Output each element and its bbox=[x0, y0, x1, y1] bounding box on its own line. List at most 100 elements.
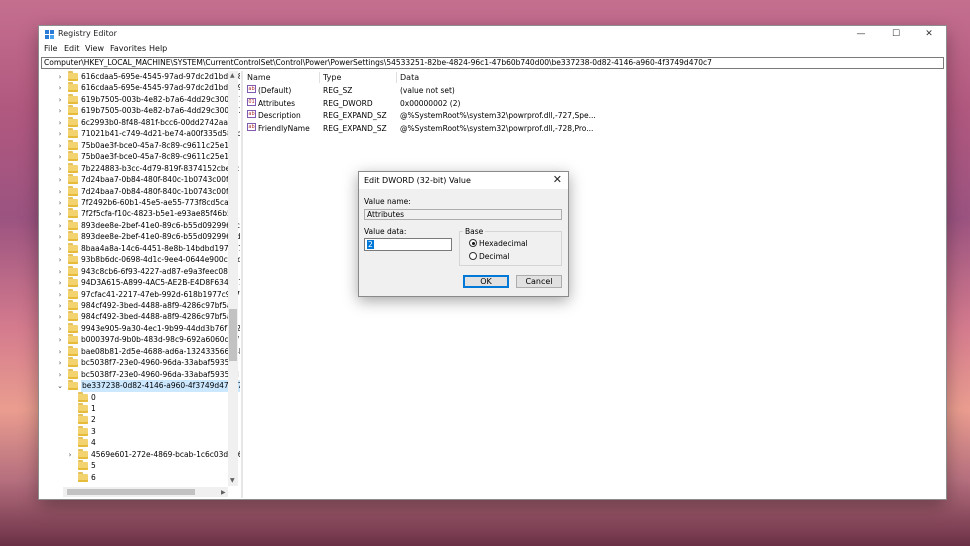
values-list: Name Type Data ab (Default) REG_SZ (value n… bbox=[244, 71, 944, 498]
value-data: @%SystemRoot%\system32\powrprof.dll,-727… bbox=[400, 111, 596, 120]
pane-splitter[interactable] bbox=[241, 71, 243, 498]
dialog-close-icon[interactable]: ✕ bbox=[553, 173, 562, 186]
minimize-button[interactable]: — bbox=[844, 26, 878, 43]
scroll-up-icon[interactable]: ▲ bbox=[230, 72, 235, 79]
column-type[interactable]: Type bbox=[323, 73, 341, 82]
expand-chevron-icon[interactable]: › bbox=[56, 128, 64, 140]
folder-icon bbox=[68, 128, 78, 138]
value-data: 0x00000002 (2) bbox=[400, 98, 461, 108]
column-name[interactable]: Name bbox=[247, 73, 271, 82]
menu-file[interactable]: File bbox=[44, 44, 57, 53]
folder-icon bbox=[68, 357, 78, 367]
dialog-title: Edit DWORD (32-bit) Value bbox=[364, 176, 471, 185]
expand-chevron-icon[interactable]: › bbox=[56, 334, 64, 346]
decimal-radio[interactable] bbox=[469, 252, 477, 260]
folder-icon bbox=[68, 151, 78, 161]
tree-item-label: 4 bbox=[91, 438, 96, 447]
expand-chevron-icon[interactable]: › bbox=[56, 208, 64, 220]
folder-icon bbox=[78, 472, 88, 482]
binary-value-icon: 01 bbox=[247, 97, 256, 106]
folder-icon bbox=[68, 243, 78, 253]
close-button[interactable]: ✕ bbox=[912, 26, 946, 43]
value-type: REG_DWORD bbox=[323, 98, 373, 108]
tree-horizontal-scrollbar[interactable]: ▶ bbox=[63, 487, 228, 497]
expand-chevron-icon[interactable]: › bbox=[56, 105, 64, 117]
string-value-icon: ab bbox=[247, 85, 256, 93]
column-data[interactable]: Data bbox=[400, 73, 419, 82]
hexadecimal-label[interactable]: Hexadecimal bbox=[479, 239, 528, 248]
expand-chevron-icon[interactable]: › bbox=[66, 449, 74, 461]
key-tree[interactable]: › 616cdaa5-695e-4545-97ad-97dc2d1bdd88 › 61… bbox=[41, 71, 240, 498]
maximize-button[interactable]: ☐ bbox=[879, 26, 913, 43]
value-data-text: 2 bbox=[367, 240, 374, 249]
folder-icon bbox=[68, 323, 78, 333]
dialog-title-bar[interactable]: Edit DWORD (32-bit) Value ✕ bbox=[359, 172, 568, 189]
folder-icon bbox=[68, 163, 78, 173]
tree-item-label: 93b8b6dc-0698-4d1c-9ee4-0644e900c85d bbox=[81, 255, 240, 264]
folder-icon bbox=[68, 300, 78, 310]
folder-icon bbox=[68, 231, 78, 241]
value-data-label: Value data: bbox=[364, 227, 407, 236]
folder-icon bbox=[68, 71, 78, 81]
scroll-right-icon[interactable]: ▶ bbox=[221, 489, 226, 496]
expand-chevron-icon[interactable]: › bbox=[56, 311, 64, 323]
expand-chevron-icon[interactable]: › bbox=[56, 231, 64, 243]
title-bar[interactable]: Registry Editor — ☐ ✕ bbox=[39, 26, 946, 43]
folder-icon bbox=[68, 254, 78, 264]
value-row[interactable]: 01 Attributes REG_DWORD 0x00000002 (2) bbox=[244, 97, 944, 110]
expand-chevron-icon[interactable]: › bbox=[56, 254, 64, 266]
folder-icon bbox=[68, 311, 78, 321]
address-bar[interactable]: Computer\HKEY_LOCAL_MACHINE\SYSTEM\Curre… bbox=[41, 57, 944, 69]
tree-vertical-scroll-thumb[interactable] bbox=[229, 309, 237, 361]
value-row[interactable]: ab FriendlyName REG_EXPAND_SZ @%SystemRoot%… bbox=[244, 122, 944, 135]
folder-icon bbox=[68, 82, 78, 92]
tree-horizontal-scroll-thumb[interactable] bbox=[67, 489, 195, 495]
folder-icon bbox=[68, 334, 78, 344]
folder-icon bbox=[68, 220, 78, 230]
value-name: Attributes bbox=[258, 98, 296, 108]
scroll-down-icon[interactable]: ▼ bbox=[230, 477, 235, 484]
menu-favorites[interactable]: Favorites bbox=[110, 44, 146, 53]
folder-icon bbox=[68, 197, 78, 207]
tree-item-label: 2 bbox=[91, 415, 96, 424]
registry-editor-icon bbox=[45, 30, 54, 39]
expanded-chevron-icon[interactable]: ⌄ bbox=[56, 380, 64, 392]
value-name: (Default) bbox=[258, 86, 292, 95]
value-name: FriendlyName bbox=[258, 123, 310, 133]
tree-item-label: 984cf492-3bed-4488-a8f9-4286c97bf5ab bbox=[81, 312, 237, 321]
tree-item-label: be337238-0d82-4146-a960-4f3749d470c7 bbox=[81, 380, 240, 392]
folder-icon bbox=[78, 426, 88, 436]
value-name-field: Attributes bbox=[364, 209, 562, 220]
expand-chevron-icon[interactable]: › bbox=[56, 82, 64, 94]
folder-icon bbox=[68, 105, 78, 115]
expand-chevron-icon[interactable]: › bbox=[56, 151, 64, 163]
column-separator[interactable] bbox=[396, 72, 397, 83]
expand-chevron-icon[interactable]: › bbox=[56, 174, 64, 186]
expand-chevron-icon[interactable]: › bbox=[56, 277, 64, 289]
value-row[interactable]: ab (Default) REG_SZ (value not set) bbox=[244, 85, 944, 97]
tree-item-label: 75b0ae3f-bce0-45a7-8c89-c9611c25e101 bbox=[81, 152, 239, 161]
hexadecimal-radio[interactable] bbox=[469, 239, 477, 247]
menu-edit[interactable]: Edit bbox=[64, 44, 80, 53]
value-type: REG_EXPAND_SZ bbox=[323, 123, 387, 133]
decimal-label[interactable]: Decimal bbox=[479, 252, 510, 261]
value-row[interactable]: ab Description REG_EXPAND_SZ @%SystemRoot%\… bbox=[244, 110, 944, 122]
tree-item-label: 5 bbox=[91, 461, 96, 470]
column-separator[interactable] bbox=[319, 72, 320, 83]
folder-icon bbox=[78, 449, 88, 459]
menu-view[interactable]: View bbox=[85, 44, 104, 53]
ok-button[interactable]: OK bbox=[463, 275, 509, 288]
tree-vertical-scrollbar[interactable]: ▲ ▼ bbox=[228, 71, 238, 486]
tree-item-label: 619b7505-003b-4e82-b7a6-4dd29c300972 bbox=[81, 106, 240, 115]
folder-icon bbox=[68, 140, 78, 150]
menu-help[interactable]: Help bbox=[149, 44, 167, 53]
value-name: Description bbox=[258, 111, 301, 120]
folder-icon bbox=[68, 174, 78, 184]
folder-icon bbox=[68, 94, 78, 104]
tree-item-label: 94D3A615-A899-4AC5-AE2B-E4D8F634367F bbox=[81, 278, 240, 287]
value-data-input[interactable]: 2 bbox=[364, 238, 452, 251]
folder-icon bbox=[68, 186, 78, 196]
cancel-button[interactable]: Cancel bbox=[516, 275, 562, 288]
folder-icon bbox=[78, 392, 88, 402]
expand-chevron-icon[interactable]: › bbox=[56, 357, 64, 369]
